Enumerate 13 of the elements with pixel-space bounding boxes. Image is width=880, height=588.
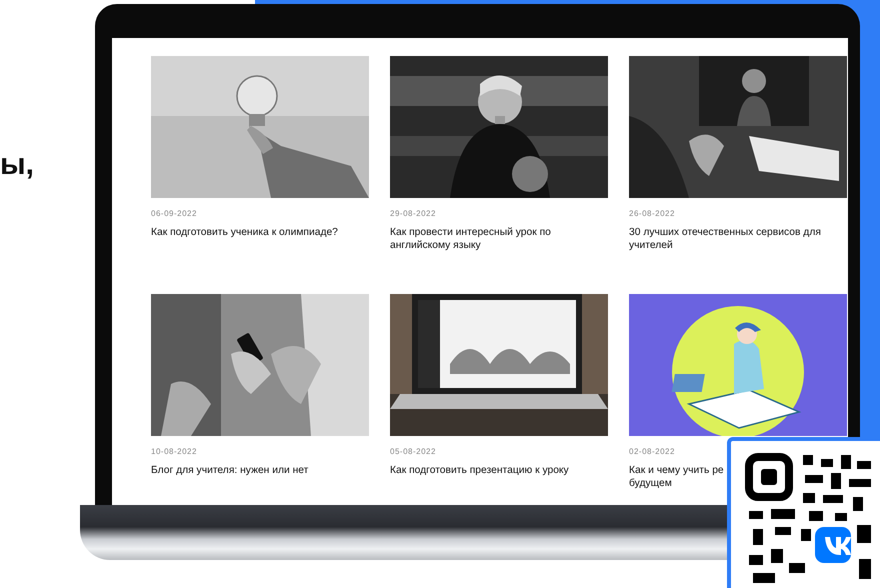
article-date: 29-08-2022 [390,210,437,218]
article-title[interactable]: 30 лучших отечественных сервисов для учителей [629,226,847,253]
article-title[interactable]: Как провести интересный урок по английскому языку [390,226,608,253]
article-date: 02-08-2022 [629,448,676,456]
heading-text: ы, [0,150,34,180]
article-title[interactable]: Как подготовить ученика к олимпиаде? [151,226,338,240]
article-date: 10-08-2022 [151,448,198,456]
article-date: 05-08-2022 [390,448,437,456]
article-title[interactable]: Блог для учителя: нужен или нет [151,464,308,478]
article-title[interactable]: Как подготовить презентацию к уроку [390,464,569,478]
article-date: 06-09-2022 [151,210,198,218]
article-date: 26-08-2022 [629,210,676,218]
article-title[interactable]: Как и чему учить ре будущем [629,464,724,490]
